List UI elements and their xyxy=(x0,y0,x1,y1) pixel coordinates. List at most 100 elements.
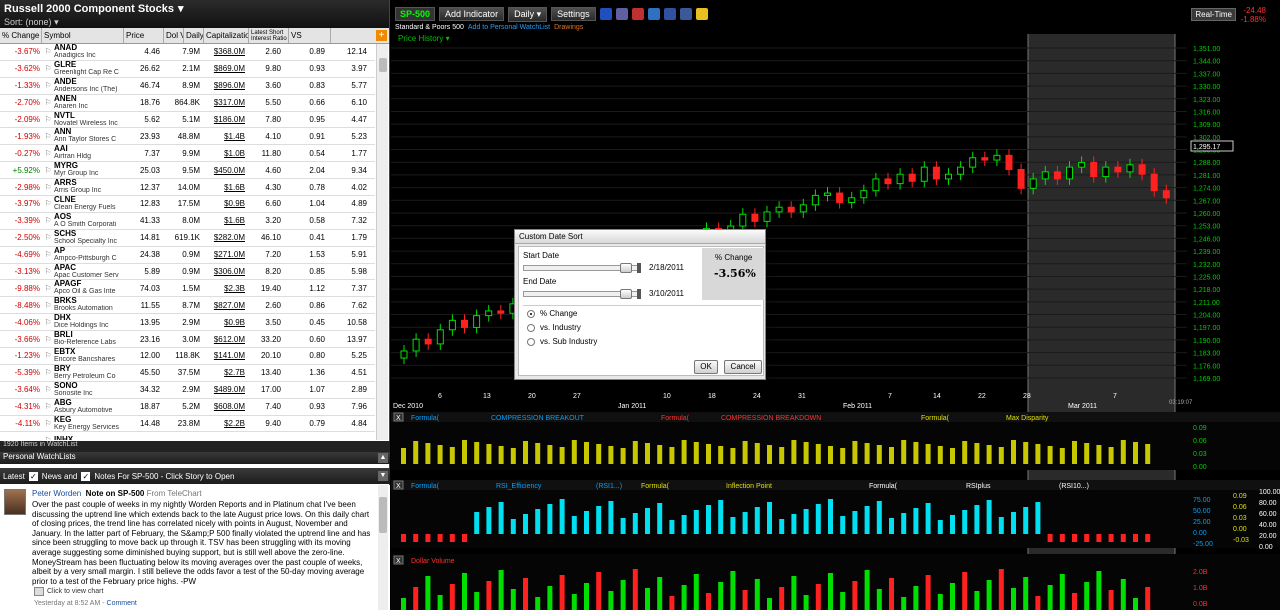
start-date-slider[interactable] xyxy=(523,263,641,273)
flag-icon[interactable]: ⚐ xyxy=(42,47,54,56)
flag-icon[interactable]: ⚐ xyxy=(42,284,54,293)
flag-icon[interactable]: ⚐ xyxy=(42,385,54,394)
latest-label[interactable]: Latest xyxy=(3,472,25,481)
flag-icon[interactable]: ⚐ xyxy=(42,98,54,107)
radio-vs-sub-industry[interactable]: vs. Sub Industry xyxy=(527,337,597,346)
table-row[interactable]: -2.09% ⚐ NVTL Novatel Wireless Inc 5.62 5.1M $… xyxy=(0,111,375,129)
watchlist-title[interactable]: Russell 2000 Component Stocks ▾ xyxy=(4,2,385,16)
comment-link[interactable]: Comment xyxy=(107,600,137,607)
flag-icon[interactable]: ⚐ xyxy=(42,64,54,73)
table-row[interactable]: -8.48% ⚐ BRKS Brooks Automation 11.55 8.7M $82… xyxy=(0,297,375,315)
table-row[interactable]: +5.92% ⚐ MYRG Myr Group Inc 25.03 9.5M $450.0M… xyxy=(0,162,375,180)
col-symbol[interactable]: Symbol xyxy=(42,28,124,43)
view-chart-link[interactable]: Click to view chart xyxy=(34,587,103,596)
flag-icon[interactable]: ⚐ xyxy=(42,419,54,428)
table-row[interactable]: -3.97% ⚐ CLNE Clean Energy Fuels 12.83 17.5M $… xyxy=(0,195,375,213)
flag-icon[interactable]: ⚐ xyxy=(42,301,54,310)
symbol-box[interactable]: SP-500 xyxy=(395,7,436,21)
news-scrollbar[interactable] xyxy=(378,485,388,610)
twitter-icon[interactable] xyxy=(663,8,676,20)
cancel-button[interactable]: Cancel xyxy=(724,360,762,374)
settings-button[interactable]: Settings xyxy=(551,7,596,21)
end-date-slider[interactable] xyxy=(523,289,641,299)
table-row[interactable]: -4.31% ⚐ ABG Asbury Automotive 18.87 5.2M $608… xyxy=(0,398,375,416)
flag-icon[interactable]: ⚐ xyxy=(42,250,54,259)
flag-icon[interactable]: ⚐ xyxy=(42,149,54,158)
col-short-interest[interactable]: Latest Short Interest Ratio xyxy=(249,28,289,43)
sort-dropdown-icon[interactable]: ▾ xyxy=(54,17,59,27)
table-row[interactable]: -4.11% ⚐ KEG Key Energy Services 14.48 23.8M $… xyxy=(0,415,375,433)
watchlist-scrollbar[interactable] xyxy=(376,44,388,440)
col-daily[interactable]: Daily xyxy=(184,28,204,43)
table-row[interactable]: -1.23% ⚐ EBTX Encore Bancshares 12.00 118.8K $… xyxy=(0,347,375,365)
table-row[interactable]: -3.67% ⚐ ANAD Anadigics Inc 4.46 7.9M $368.0M 2… xyxy=(0,44,375,61)
news-story[interactable]: Peter Worden Note on SP-500 From TeleCha… xyxy=(0,485,390,610)
add-indicator-button[interactable]: Add Indicator xyxy=(439,7,505,21)
radio-vs-industry[interactable]: vs. Industry xyxy=(527,323,581,332)
flag-icon[interactable]: ⚐ xyxy=(42,233,54,242)
scrollbar-thumb[interactable] xyxy=(379,497,387,533)
flag-icon[interactable]: ⚐ xyxy=(42,132,54,141)
collapse-arrow-icon[interactable]: ▼ xyxy=(378,471,388,481)
flag-icon[interactable]: ⚐ xyxy=(42,115,54,124)
flag-icon[interactable]: ⚐ xyxy=(42,402,54,411)
col-vs[interactable]: VS xyxy=(289,28,331,43)
facebook-icon[interactable] xyxy=(679,8,692,20)
flag-icon[interactable]: ⚐ xyxy=(42,335,54,344)
flag-icon[interactable]: ⚐ xyxy=(42,318,54,327)
end-slider-handle[interactable] xyxy=(620,289,632,299)
table-row[interactable]: -2.98% ⚐ ARRS Arris Group Inc 12.37 14.0M $1.6… xyxy=(0,179,375,197)
flag-icon[interactable]: ⚐ xyxy=(42,351,54,360)
table-row[interactable]: -3.62% ⚐ GLRE Greenlight Cap Re C 26.62 2.1M $… xyxy=(0,60,375,78)
table-row[interactable]: -2.70% ⚐ ANEN Anaren Inc 18.76 864.8K $317.0M 5… xyxy=(0,94,375,112)
price-history-dropdown[interactable]: Price History ▾ xyxy=(398,34,450,43)
table-row[interactable]: -2.50% ⚐ SCHS School Specialty Inc 14.81 619.… xyxy=(0,229,375,247)
table-row[interactable]: -4.06% ⚐ DHX Dice Holdings Inc 13.95 2.9M $0.9… xyxy=(0,314,375,332)
add-to-watchlist-link[interactable]: Add to Personal WatchList xyxy=(468,24,550,31)
scrollbar-thumb[interactable] xyxy=(379,58,387,72)
bars-icon[interactable] xyxy=(615,8,628,20)
radio-button[interactable] xyxy=(527,309,535,318)
realtime-button[interactable]: Real-Time xyxy=(1191,8,1236,21)
flag-icon[interactable]: ⚐ xyxy=(42,436,54,440)
table-row[interactable]: -3.64% ⚐ SONO Sonosite Inc 34.32 2.9M $489.0M 1… xyxy=(0,381,375,399)
expand-arrow-icon[interactable]: ▲ xyxy=(378,453,388,463)
table-row[interactable]: -3.13% ⚐ APAC Apac Customer Serv 5.89 0.9M $30… xyxy=(0,263,375,281)
col-dolvol[interactable]: Dol Vol xyxy=(164,28,184,43)
flag-icon[interactable]: ⚐ xyxy=(42,216,54,225)
col-price[interactable]: Price xyxy=(124,28,164,43)
table-row[interactable]: -3.66% ⚐ BRLI Bio-Reference Labs 23.16 3.0M $6… xyxy=(0,331,375,349)
period-dropdown[interactable]: Daily ▾ xyxy=(508,6,548,22)
table-row[interactable]: -0.27% ⚐ AAI Airtran Hldg 7.37 9.9M $1.0B 11.80… xyxy=(0,145,375,163)
flag-icon[interactable]: ⚐ xyxy=(42,368,54,377)
save-icon[interactable] xyxy=(599,8,612,20)
flag-icon[interactable]: ⚐ xyxy=(42,166,54,175)
add-column-button[interactable]: + xyxy=(376,30,387,41)
flag-icon[interactable]: ⚐ xyxy=(42,81,54,90)
record-icon[interactable] xyxy=(631,8,644,20)
news-checkbox[interactable]: ✓ xyxy=(28,471,38,481)
flag-icon[interactable]: ⚐ xyxy=(42,183,54,192)
notes-checkbox[interactable]: ✓ xyxy=(81,471,91,481)
dropdown-arrow-icon[interactable]: ▾ xyxy=(178,2,184,15)
table-row[interactable]: -3.39% ⚐ AOS A O Smith Corporati 41.33 8.0M $1… xyxy=(0,212,375,230)
ok-button[interactable]: OK xyxy=(694,360,718,374)
author-name[interactable]: Peter Worden xyxy=(32,489,81,498)
start-slider-handle[interactable] xyxy=(620,263,632,273)
table-row[interactable]: -4.69% ⚐ AP Ampco-Pittsburgh C 24.38 0.9M $271… xyxy=(0,246,375,264)
table-row[interactable]: -5.39% ⚐ BRY Berry Petroleum Co 45.50 37.5M $2… xyxy=(0,364,375,382)
share-icon[interactable] xyxy=(647,8,660,20)
flag-icon[interactable]: ⚐ xyxy=(42,199,54,208)
drawings-link[interactable]: Drawings xyxy=(554,24,583,31)
radio-button[interactable] xyxy=(527,337,535,346)
table-row[interactable]: -9.88% ⚐ APAGF Apco Oil & Gas Inte 74.03 1.5M… xyxy=(0,280,375,298)
radio-button[interactable] xyxy=(527,323,535,332)
table-row[interactable]: -1.33% ⚐ ANDE Andersons Inc (The) 46.74 8.9M $… xyxy=(0,77,375,95)
note-icon[interactable] xyxy=(695,8,708,20)
table-row[interactable]: -1.93% ⚐ ANN Ann Taylor Stores C 23.93 48.8M $… xyxy=(0,128,375,146)
personal-watchlists-bar[interactable]: Personal WatchLists ▲ xyxy=(0,452,390,464)
flag-icon[interactable]: ⚐ xyxy=(42,267,54,276)
sort-control[interactable]: Sort: (none) ▾ xyxy=(4,17,385,28)
col-pct-change[interactable]: % Change xyxy=(0,28,42,43)
col-capitalization[interactable]: Capitalization xyxy=(204,28,249,43)
